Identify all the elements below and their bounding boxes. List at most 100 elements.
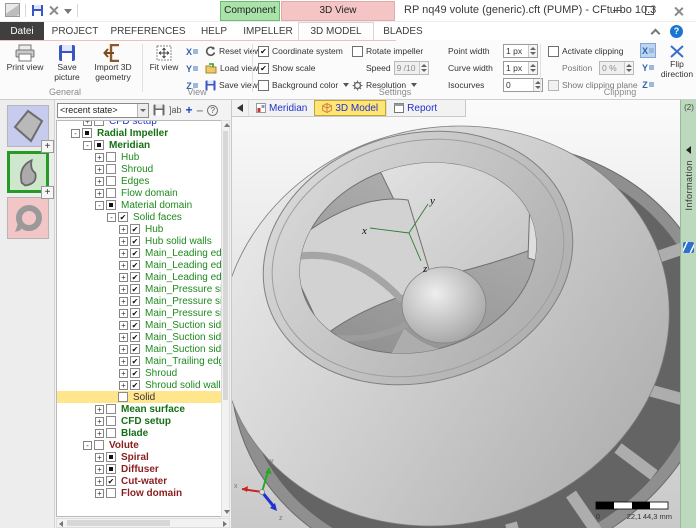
speed-spinner[interactable]: 9 /10 (394, 61, 429, 75)
tree-item[interactable]: +✔Shroud (57, 367, 221, 379)
point-width-spinner[interactable]: 1 px (503, 44, 538, 58)
clip-x-button[interactable]: X (640, 43, 656, 58)
tree-item[interactable]: +✔Cut-water (57, 475, 221, 487)
expand-icon[interactable]: + (95, 465, 104, 474)
tree-checkbox[interactable] (106, 404, 116, 414)
tree-item[interactable]: +Flow domain (57, 487, 221, 499)
expand-icon[interactable]: + (95, 177, 104, 186)
tree-checkbox[interactable]: ✔ (130, 320, 140, 330)
expand-icon[interactable]: + (119, 297, 128, 306)
scroll-up-icon[interactable] (224, 123, 230, 127)
tree-item[interactable]: +✔Main_Leading edge_Hu (57, 259, 221, 271)
tree-checkbox[interactable]: ✔ (130, 332, 140, 342)
tree-item[interactable]: +✔Main_Pressure side_Sh (57, 307, 221, 319)
expand-icon[interactable]: + (95, 477, 104, 486)
tab-3d-model-active[interactable]: 3D Model (314, 100, 386, 116)
tree-item[interactable]: +Blade (57, 427, 221, 439)
load-view-button[interactable]: Load view (205, 61, 258, 75)
collapse-icon[interactable]: - (83, 441, 92, 450)
curve-width-spinner[interactable]: 1 px (503, 61, 538, 75)
tab-3d-model[interactable]: 3D MODEL (298, 22, 374, 40)
tree-checkbox[interactable]: ✔ (130, 236, 140, 246)
tree-checkbox[interactable] (94, 440, 104, 450)
tab-help[interactable]: HELP (190, 22, 238, 40)
tab-blades[interactable]: BLADES (374, 22, 432, 40)
tree-checkbox[interactable] (106, 164, 116, 174)
y-view-button[interactable]: Y (184, 61, 200, 76)
position-spinner[interactable]: 0 % (599, 61, 634, 75)
tree-help-icon[interactable]: ? (207, 105, 218, 116)
collapse-icon[interactable]: - (107, 213, 116, 222)
tree-item[interactable]: +✔Main_Leading edge (57, 247, 221, 259)
expand-icon[interactable]: + (119, 261, 128, 270)
tab-datei[interactable]: Datei (0, 22, 44, 40)
tree-item[interactable]: -Radial Impeller (57, 127, 221, 139)
save-picture-button[interactable]: Save picture (46, 43, 88, 86)
tree-checkbox[interactable] (106, 416, 116, 426)
tree-item[interactable]: -✔Solid faces (57, 211, 221, 223)
expand-icon[interactable]: + (119, 381, 128, 390)
tree-vertical-scrollbar[interactable] (221, 120, 230, 517)
expand-icon[interactable]: + (119, 273, 128, 282)
collapse-icon[interactable]: - (83, 141, 92, 150)
tree-checkbox[interactable] (106, 488, 116, 498)
tab-preferences[interactable]: PREFERENCES (106, 22, 190, 40)
tree-item[interactable]: +Spiral (57, 451, 221, 463)
tree-checkbox[interactable]: ✔ (130, 356, 140, 366)
tree-checkbox[interactable] (106, 188, 116, 198)
tree-checkbox[interactable]: ✔ (130, 224, 140, 234)
expand-icon[interactable]: + (119, 249, 128, 258)
information-side-panel[interactable]: (2) Information (680, 100, 696, 528)
expand-icon[interactable]: + (95, 153, 104, 162)
tree-checkbox[interactable]: ✔ (130, 260, 140, 270)
add-component-button[interactable]: + (41, 186, 54, 199)
flip-direction-button[interactable]: Flip direction (658, 43, 696, 86)
tree-checkbox[interactable]: ✔ (130, 368, 140, 378)
tree-checkbox[interactable]: ✔ (130, 344, 140, 354)
tree-horizontal-scrollbar[interactable] (56, 518, 230, 528)
scroll-left-icon[interactable] (59, 521, 63, 527)
tree-item[interactable]: -Material domain (57, 199, 221, 211)
tree-item[interactable]: +✔Hub solid walls (57, 235, 221, 247)
expand-icon[interactable]: + (95, 429, 104, 438)
add-component-button[interactable]: + (41, 140, 54, 153)
scroll-right-icon[interactable] (223, 521, 227, 527)
save-icon[interactable] (31, 4, 44, 17)
tree-checkbox[interactable] (82, 128, 92, 138)
remove-state-icon[interactable]: – (197, 103, 204, 117)
expand-icon[interactable]: + (83, 120, 92, 126)
toolbar-options-icon[interactable] (64, 6, 72, 14)
expand-icon[interactable]: + (119, 333, 128, 342)
tree-item[interactable]: +✔Main_Pressure side_Hu (57, 295, 221, 307)
tree-checkbox[interactable]: ✔ (130, 248, 140, 258)
scrollbar-thumb[interactable] (67, 520, 170, 526)
tree-checkbox[interactable]: ✔ (130, 380, 140, 390)
help-badge-icon[interactable]: ? (670, 25, 683, 38)
expand-icon[interactable]: + (95, 405, 104, 414)
save-state-icon[interactable] (153, 104, 165, 116)
expand-icon[interactable]: + (119, 237, 128, 246)
rotate-impeller-checkbox[interactable]: Rotate impeller (352, 44, 423, 58)
tree-checkbox[interactable]: ✔ (118, 212, 128, 222)
x-view-button[interactable]: X (184, 44, 200, 59)
tree-item[interactable]: -Volute (57, 439, 221, 451)
expand-icon[interactable]: + (119, 309, 128, 318)
tree-checkbox[interactable] (106, 200, 116, 210)
tree-item[interactable]: +✔Main_Suction side_Shr (57, 343, 221, 355)
impeller-3d-render[interactable]: x y z x y z 0 22,1 44,3 mm (232, 100, 680, 528)
rename-state-icon[interactable]: ]ab (169, 105, 182, 115)
expand-icon[interactable]: + (119, 285, 128, 294)
tree-checkbox[interactable] (106, 176, 116, 186)
show-scale-checkbox[interactable]: ✔ Show scale (258, 61, 315, 75)
isocurves-spinner[interactable]: 0 (503, 78, 543, 92)
close-file-icon[interactable] (49, 5, 59, 15)
expand-icon[interactable]: + (119, 225, 128, 234)
add-state-icon[interactable]: + (186, 103, 193, 117)
tree-item[interactable]: +Mean surface (57, 403, 221, 415)
tree-item[interactable]: +✔Hub (57, 223, 221, 235)
tree-item[interactable]: +✔Main_Leading edge_Sh (57, 271, 221, 283)
tree-checkbox[interactable]: ✔ (106, 476, 116, 486)
tree-checkbox[interactable] (106, 464, 116, 474)
collapse-icon[interactable]: - (71, 129, 80, 138)
tree-item[interactable]: +Flow domain (57, 187, 221, 199)
